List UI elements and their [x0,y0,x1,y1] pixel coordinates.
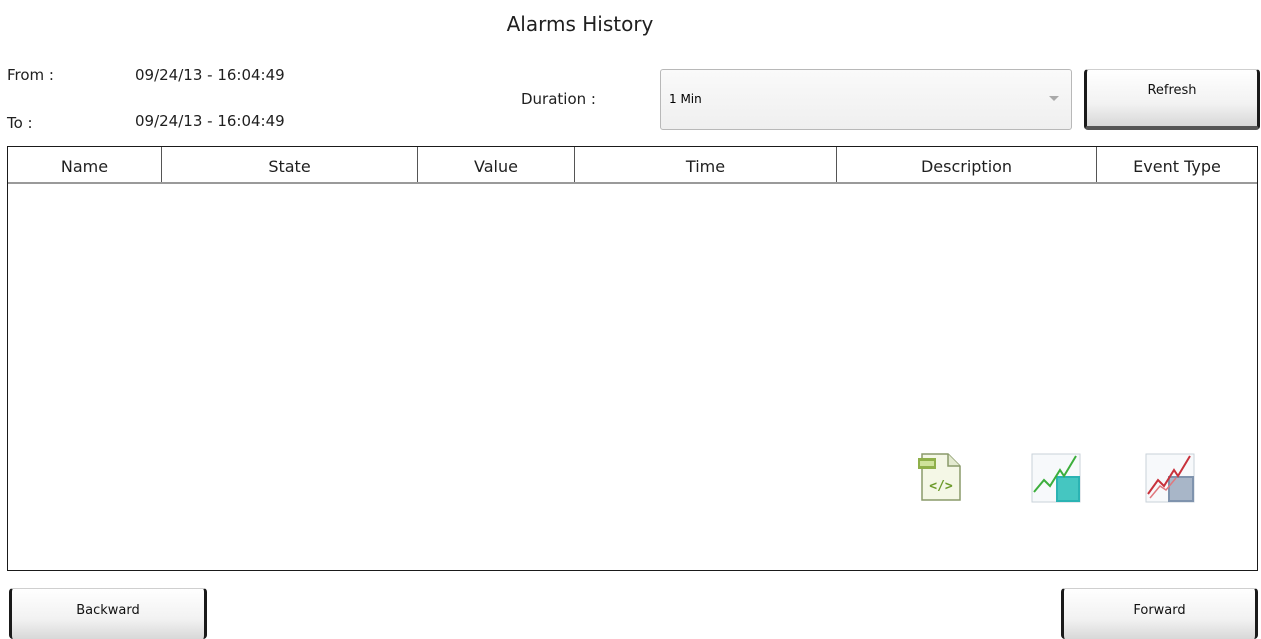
column-header-description[interactable]: Description [837,147,1097,182]
table-header: Name State Value Time Description Event … [8,147,1257,184]
page-title: Alarms History [506,12,654,36]
trend-chart-alt-icon[interactable] [1144,450,1196,504]
chevron-down-icon[interactable] [1049,96,1059,101]
export-xml-icon[interactable]: </> [914,450,966,504]
column-header-value[interactable]: Value [418,147,575,182]
duration-selected-value: 1 Min [669,92,702,106]
from-value: 09/24/13 - 16:04:49 [135,66,285,84]
alarms-table[interactable]: Name State Value Time Description Event … [7,146,1258,571]
column-header-state[interactable]: State [162,147,418,182]
column-header-name[interactable]: Name [8,147,162,182]
svg-text:</>: </> [929,479,953,494]
duration-select[interactable]: 1 Min [660,69,1072,130]
forward-button[interactable]: Forward [1061,588,1258,639]
column-header-time[interactable]: Time [575,147,837,182]
trend-chart-icon[interactable] [1030,450,1082,504]
duration-label: Duration : [521,90,596,108]
refresh-button[interactable]: Refresh [1084,69,1260,130]
to-label: To : [7,114,33,132]
to-value: 09/24/13 - 16:04:49 [135,112,285,130]
column-header-event-type[interactable]: Event Type [1097,147,1257,182]
from-label: From : [7,66,54,84]
backward-button[interactable]: Backward [9,588,207,639]
